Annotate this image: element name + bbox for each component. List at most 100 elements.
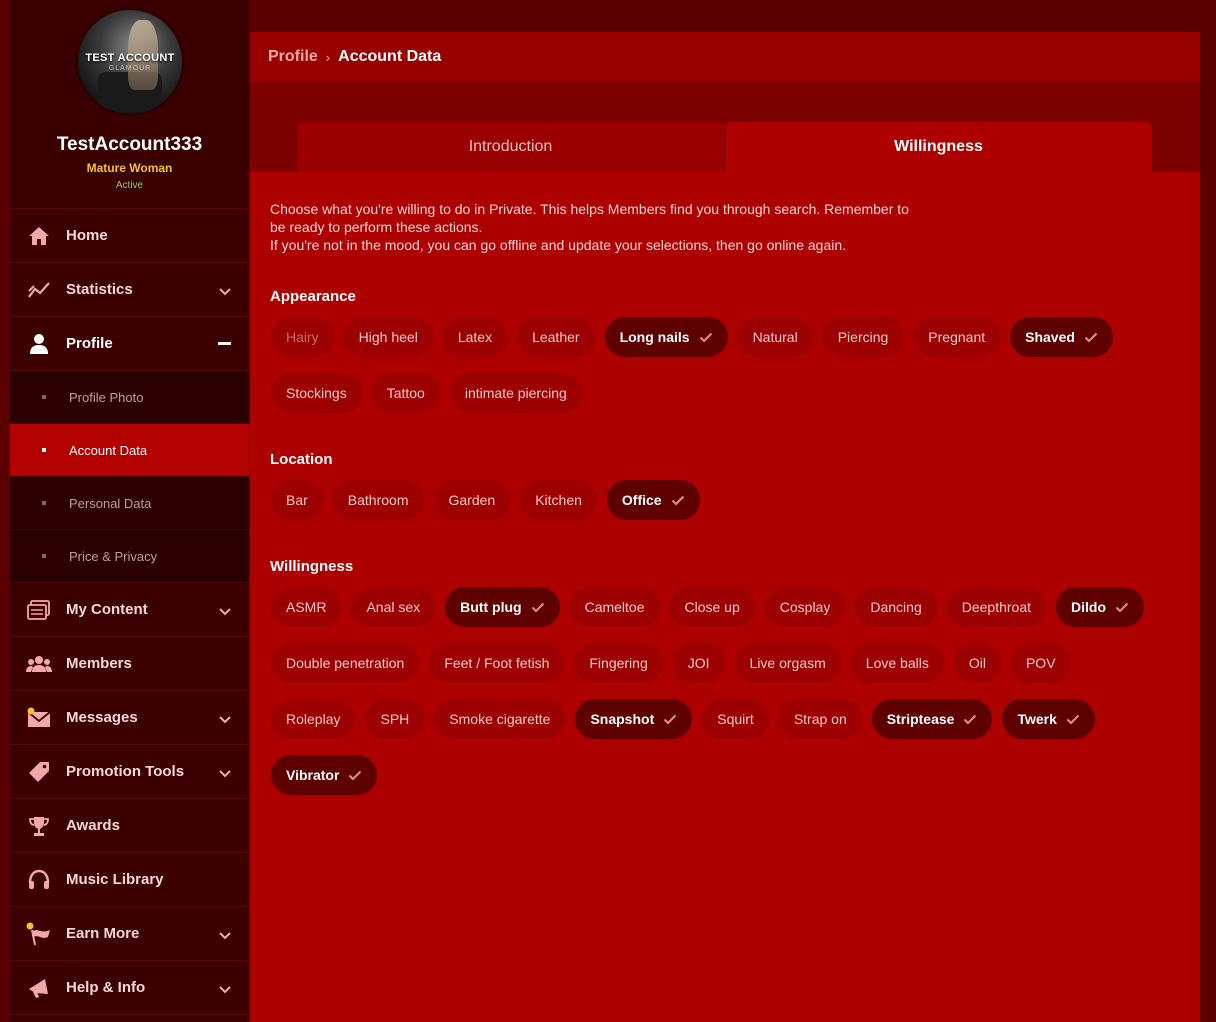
bullet-icon xyxy=(42,501,46,505)
sub-item-profile-photo[interactable]: Profile Photo xyxy=(10,371,249,424)
nav-label-messages: Messages xyxy=(66,709,138,726)
tag-chip[interactable]: SPH xyxy=(365,699,425,739)
tag-chip[interactable]: Deepthroat xyxy=(946,587,1047,627)
chevron-down-icon[interactable] xyxy=(219,603,231,621)
tag-chip[interactable]: Live orgasm xyxy=(734,643,841,683)
nav-item-help-info[interactable]: Help & Info xyxy=(10,961,249,1015)
nav-item-awards[interactable]: Awards xyxy=(10,799,249,853)
nav-item-music-library[interactable]: Music Library xyxy=(10,853,249,907)
tag-chip[interactable]: Love balls xyxy=(850,643,944,683)
sub-label-account-data: Account Data xyxy=(69,442,148,458)
tag-label: Close up xyxy=(684,599,740,615)
tab-willingness[interactable]: Willingness xyxy=(725,122,1152,172)
tag-label: POV xyxy=(1025,655,1056,671)
nav-item-home[interactable]: Home xyxy=(10,209,249,263)
tag-chip[interactable]: Shaved xyxy=(1010,317,1113,357)
nav-item-profile[interactable]: Profile xyxy=(10,317,249,371)
tag-chip[interactable]: Piercing xyxy=(822,317,904,357)
trophy-icon xyxy=(25,812,53,840)
tag-chip[interactable]: Stockings xyxy=(271,373,362,413)
nav-item-statistics[interactable]: Statistics xyxy=(10,263,249,317)
check-icon xyxy=(699,332,713,343)
nav-label-music-library: Music Library xyxy=(66,871,164,888)
tag-label: ASMR xyxy=(286,599,327,615)
sidebar: TEST ACCOUNT GLAMOUR TestAccount333 Matu… xyxy=(10,0,249,1022)
tag-chip[interactable]: Leather xyxy=(517,317,595,357)
tag-chip[interactable]: High heel xyxy=(343,317,433,357)
user-icon xyxy=(25,330,53,358)
chevron-down-icon[interactable] xyxy=(219,765,231,783)
tag-chip[interactable]: Oil xyxy=(953,643,1001,683)
tag-chip[interactable]: ASMR xyxy=(271,587,342,627)
envelope-icon xyxy=(25,704,53,732)
tag-chip[interactable]: Strap on xyxy=(778,699,862,739)
account-status: Active xyxy=(115,180,144,191)
intro-line-2: be ready to perform these actions. xyxy=(270,219,483,235)
chevron-down-icon[interactable] xyxy=(219,981,231,999)
tag-chip[interactable]: Feet / Foot fetish xyxy=(429,643,565,683)
bullet-icon xyxy=(42,554,46,558)
profile-card: TEST ACCOUNT GLAMOUR TestAccount333 Matu… xyxy=(10,0,249,209)
tag-chip[interactable]: Twerk xyxy=(1002,699,1095,739)
tag-chip[interactable]: Smoke cigarette xyxy=(434,699,566,739)
nav-item-messages[interactable]: Messages xyxy=(10,691,249,745)
tag-chip[interactable]: Double penetration xyxy=(271,643,420,683)
tag-icon xyxy=(25,758,53,786)
breadcrumb-parent-link[interactable]: Profile xyxy=(268,48,318,66)
tag-chip[interactable]: Anal sex xyxy=(351,587,436,627)
tag-chip[interactable]: JOI xyxy=(672,643,725,683)
tag-chip[interactable]: Natural xyxy=(737,317,813,357)
chevron-down-icon[interactable] xyxy=(219,927,231,945)
tag-chip[interactable]: Long nails xyxy=(604,317,728,357)
tag-chip[interactable]: Squirt xyxy=(702,699,769,739)
bullet-icon xyxy=(42,448,46,452)
section-title-appearance: Appearance xyxy=(270,288,356,305)
nav-item-my-content[interactable]: My Content xyxy=(10,583,249,637)
tag-chip[interactable]: Dancing xyxy=(855,587,937,627)
tag-label: Live orgasm xyxy=(749,655,826,671)
chevron-down-icon[interactable] xyxy=(219,283,231,301)
tag-label: JOI xyxy=(687,655,710,671)
tag-chip[interactable]: Roleplay xyxy=(271,699,356,739)
nav-item-members[interactable]: Members xyxy=(10,637,249,691)
tag-chip[interactable]: Hairy xyxy=(271,317,334,357)
tag-chip[interactable]: Fingering xyxy=(574,643,663,683)
sub-item-personal-data[interactable]: Personal Data xyxy=(10,477,249,530)
chevron-down-icon[interactable] xyxy=(219,711,231,729)
tag-chip[interactable]: Snapshot xyxy=(575,699,693,739)
tag-chip[interactable]: Office xyxy=(606,480,700,520)
tag-label: Vibrator xyxy=(286,767,340,783)
tag-chip[interactable]: Striptease xyxy=(871,699,993,739)
tag-chip[interactable]: Butt plug xyxy=(445,587,560,627)
nav-item-earn-more[interactable]: Earn More xyxy=(10,907,249,961)
nav-label-earn-more: Earn More xyxy=(66,925,140,942)
tag-group-appearance: Hairy High heel Latex Leather Long nails Natu… xyxy=(271,317,1171,429)
sub-item-price-privacy[interactable]: Price & Privacy xyxy=(10,530,249,583)
avatar[interactable]: TEST ACCOUNT GLAMOUR xyxy=(76,8,184,116)
tag-chip[interactable]: POV xyxy=(1010,643,1071,683)
tab-introduction[interactable]: Introduction xyxy=(297,122,724,172)
nav-item-promotion-tools[interactable]: Promotion Tools xyxy=(10,745,249,799)
tag-chip[interactable]: Latex xyxy=(442,317,508,357)
users-icon xyxy=(25,650,53,678)
tag-chip[interactable]: Pregnant xyxy=(913,317,1001,357)
tag-chip[interactable]: intimate piercing xyxy=(449,373,582,413)
content-icon xyxy=(25,596,53,624)
collapse-minus-icon[interactable] xyxy=(218,342,231,345)
tag-label: Latex xyxy=(457,329,493,345)
tag-chip[interactable]: Dildo xyxy=(1056,587,1145,627)
nav-label-awards: Awards xyxy=(66,817,120,834)
tag-group-willingness: ASMR Anal sex Butt plug Cameltoe Close up Cos… xyxy=(271,587,1171,811)
tag-chip[interactable]: Kitchen xyxy=(520,480,597,520)
tag-chip[interactable]: Cameltoe xyxy=(569,587,660,627)
sub-item-account-data[interactable]: Account Data xyxy=(10,424,249,477)
tag-chip[interactable]: Tattoo xyxy=(371,373,440,413)
sub-label-personal-data: Personal Data xyxy=(69,495,152,511)
tag-chip[interactable]: Garden xyxy=(433,480,511,520)
tag-chip[interactable]: Bathroom xyxy=(332,480,424,520)
tag-chip[interactable]: Vibrator xyxy=(271,755,378,795)
tag-chip[interactable]: Cosplay xyxy=(764,587,846,627)
tag-label: Piercing xyxy=(837,329,889,345)
tag-chip[interactable]: Close up xyxy=(669,587,755,627)
tag-chip[interactable]: Bar xyxy=(271,480,323,520)
